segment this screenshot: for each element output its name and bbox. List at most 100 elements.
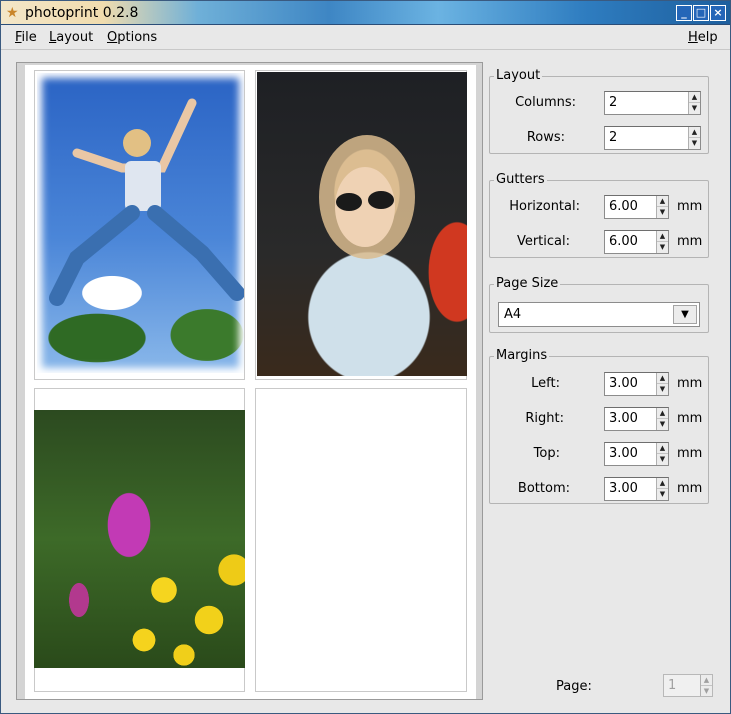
horizontal-gutter-down-icon[interactable]: ▼ xyxy=(657,207,668,218)
menu-file-label: ile xyxy=(21,30,37,45)
photo-jumping-girl[interactable] xyxy=(37,73,244,373)
columns-label: Columns: xyxy=(515,95,576,110)
margin-top-unit: mm xyxy=(677,446,703,461)
photo-flowers[interactable] xyxy=(34,410,245,668)
menu-bar: File Layout Options Help xyxy=(1,26,730,50)
columns-stepper[interactable]: ▲ ▼ xyxy=(688,92,700,114)
chevron-down-icon[interactable]: ▼ xyxy=(673,305,697,324)
margin-bottom-down-icon[interactable]: ▼ xyxy=(657,489,668,500)
vertical-gutter-spinbox[interactable]: 6.00 ▲ ▼ xyxy=(604,230,669,254)
margins-group-title: Margins xyxy=(494,348,550,364)
margin-bottom-label: Bottom: xyxy=(517,481,570,496)
page-size-dropdown[interactable]: A4 ▼ xyxy=(498,302,700,327)
margin-bottom-stepper[interactable]: ▲ ▼ xyxy=(656,478,668,500)
margin-top-down-icon[interactable]: ▼ xyxy=(657,454,668,465)
margin-bottom-value: 3.00 xyxy=(609,481,638,496)
columns-spinbox[interactable]: 2 ▲ ▼ xyxy=(604,91,701,115)
margin-left-stepper[interactable]: ▲ ▼ xyxy=(656,373,668,395)
page-value: 1 xyxy=(668,678,677,693)
margin-right-value: 3.00 xyxy=(609,411,638,426)
vertical-gutter-down-icon[interactable]: ▼ xyxy=(657,242,668,253)
margin-left-up-icon[interactable]: ▲ xyxy=(657,373,668,384)
menu-layout[interactable]: Layout xyxy=(49,30,93,46)
gutters-group: Gutters Horizontal: 6.00 ▲ ▼ mm Vertical… xyxy=(489,172,709,258)
margins-group: Margins Left: 3.00 ▲ ▼ mm Right: 3.00 ▲ … xyxy=(489,348,709,504)
menu-file[interactable]: File xyxy=(15,30,37,46)
menu-help[interactable]: Help xyxy=(688,30,718,46)
menu-options-accel: O xyxy=(107,30,118,45)
margin-right-down-icon[interactable]: ▼ xyxy=(657,419,668,430)
horizontal-gutter-spinbox[interactable]: 6.00 ▲ ▼ xyxy=(604,195,669,219)
minimize-button[interactable]: _ xyxy=(676,5,692,21)
gutters-group-title: Gutters xyxy=(494,172,547,188)
vertical-gutter-value: 6.00 xyxy=(609,234,638,249)
page-size-group: Page Size A4 ▼ xyxy=(489,276,709,333)
rows-down-icon[interactable]: ▼ xyxy=(689,138,700,149)
margin-right-spinbox[interactable]: 3.00 ▲ ▼ xyxy=(604,407,669,431)
app-window: ★ photoprint 0.2.8 _ □ × File Layout Opt… xyxy=(0,0,731,714)
close-button[interactable]: × xyxy=(710,5,726,21)
horizontal-gutter-value: 6.00 xyxy=(609,199,638,214)
columns-up-icon[interactable]: ▲ xyxy=(689,92,700,103)
window-title: photoprint 0.2.8 xyxy=(25,5,139,21)
rows-stepper[interactable]: ▲ ▼ xyxy=(688,127,700,149)
vertical-gutter-unit: mm xyxy=(677,234,703,249)
margin-right-label: Right: xyxy=(525,411,564,426)
layout-cell-3[interactable] xyxy=(34,388,245,692)
vertical-label: Vertical: xyxy=(516,234,570,249)
maximize-button[interactable]: □ xyxy=(693,5,709,21)
rows-spinbox[interactable]: 2 ▲ ▼ xyxy=(604,126,701,150)
margin-top-label: Top: xyxy=(533,446,560,461)
margin-left-label: Left: xyxy=(531,376,560,391)
rows-value: 2 xyxy=(609,130,618,145)
page-stepper[interactable]: ▲ ▼ xyxy=(700,675,712,696)
horizontal-label: Horizontal: xyxy=(509,199,580,214)
menu-help-accel: H xyxy=(688,30,698,45)
margin-top-stepper[interactable]: ▲ ▼ xyxy=(656,443,668,465)
menu-options-label: ptions xyxy=(117,30,158,45)
margin-bottom-unit: mm xyxy=(677,481,703,496)
horizontal-gutter-unit: mm xyxy=(677,199,703,214)
photo-sunglasses-girl[interactable] xyxy=(257,72,467,376)
vertical-gutter-stepper[interactable]: ▲ ▼ xyxy=(656,231,668,253)
margin-right-stepper[interactable]: ▲ ▼ xyxy=(656,408,668,430)
menu-help-label: elp xyxy=(697,30,718,45)
margin-left-unit: mm xyxy=(677,376,703,391)
rows-label: Rows: xyxy=(526,130,565,145)
columns-value: 2 xyxy=(609,95,618,110)
layout-group-title: Layout xyxy=(494,68,543,84)
layout-cell-4[interactable] xyxy=(255,388,467,692)
margin-bottom-spinbox[interactable]: 3.00 ▲ ▼ xyxy=(604,477,669,501)
margin-top-spinbox[interactable]: 3.00 ▲ ▼ xyxy=(604,442,669,466)
margin-top-value: 3.00 xyxy=(609,446,638,461)
margin-right-up-icon[interactable]: ▲ xyxy=(657,408,668,419)
menu-layout-label: ayout xyxy=(56,30,94,45)
vertical-gutter-up-icon[interactable]: ▲ xyxy=(657,231,668,242)
page-size-group-title: Page Size xyxy=(494,276,561,292)
page-spinbox[interactable]: 1 ▲ ▼ xyxy=(663,674,713,697)
page-down-icon[interactable]: ▼ xyxy=(701,686,712,697)
page-size-value: A4 xyxy=(504,307,522,322)
page-label: Page: xyxy=(556,679,592,694)
horizontal-gutter-stepper[interactable]: ▲ ▼ xyxy=(656,196,668,218)
layout-cell-1[interactable] xyxy=(34,70,245,380)
page-preview[interactable] xyxy=(25,65,476,699)
page-up-icon[interactable]: ▲ xyxy=(701,675,712,686)
jumping-figure xyxy=(49,98,244,306)
rows-up-icon[interactable]: ▲ xyxy=(689,127,700,138)
margin-left-down-icon[interactable]: ▼ xyxy=(657,384,668,395)
sunglasses-figure xyxy=(319,135,415,362)
settings-panel: Layout Columns: 2 ▲ ▼ Rows: 2 ▲ ▼ Gutter… xyxy=(485,62,717,700)
preview-canvas[interactable] xyxy=(16,62,483,700)
columns-down-icon[interactable]: ▼ xyxy=(689,103,700,114)
star-icon: ★ xyxy=(6,5,19,21)
horizontal-gutter-up-icon[interactable]: ▲ xyxy=(657,196,668,207)
margin-left-spinbox[interactable]: 3.00 ▲ ▼ xyxy=(604,372,669,396)
layout-cell-2[interactable] xyxy=(255,70,467,380)
margin-bottom-up-icon[interactable]: ▲ xyxy=(657,478,668,489)
margin-right-unit: mm xyxy=(677,411,703,426)
layout-group: Layout Columns: 2 ▲ ▼ Rows: 2 ▲ ▼ xyxy=(489,68,709,154)
menu-options[interactable]: Options xyxy=(107,30,157,46)
title-bar[interactable]: ★ photoprint 0.2.8 _ □ × xyxy=(1,1,730,25)
margin-top-up-icon[interactable]: ▲ xyxy=(657,443,668,454)
